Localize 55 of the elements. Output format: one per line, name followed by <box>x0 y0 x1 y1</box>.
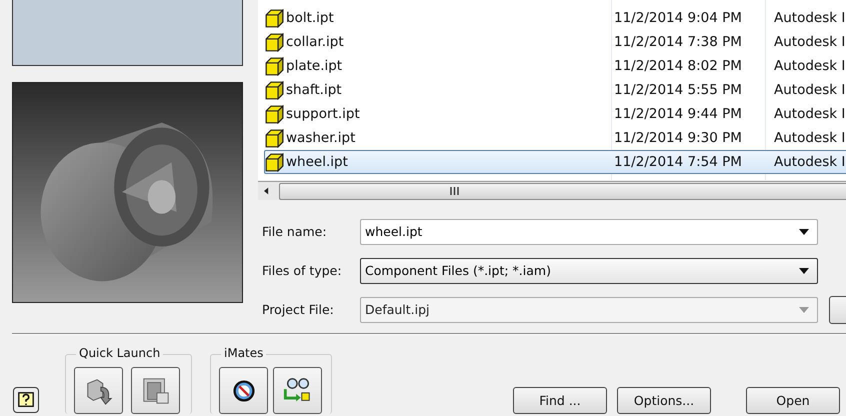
field-label: Project File: <box>261 302 335 317</box>
dialog-button[interactable]: Options... <box>617 387 711 414</box>
cube-icon <box>265 56 284 76</box>
file-row[interactable]: bolt.ipt 11/2/2014 9:04 PM Autodesk I <box>264 6 846 30</box>
grip-icon <box>450 187 459 195</box>
group-title: Quick Launch <box>76 346 164 360</box>
file-type: Autodesk I <box>774 130 846 146</box>
cube-icon <box>265 104 284 124</box>
file-type: Autodesk I <box>774 106 846 122</box>
file-type: Autodesk I <box>774 58 846 74</box>
date-modified: 11/2/2014 9:30 PM <box>614 130 743 146</box>
cube-icon <box>265 32 284 52</box>
file-row[interactable]: plate.ipt 11/2/2014 8:02 PM Autodesk I <box>264 54 846 78</box>
file-type: Autodesk I <box>774 154 846 170</box>
dropdown-arrow-icon[interactable] <box>799 228 809 234</box>
file-name: plate.ipt <box>286 58 342 74</box>
field-label: File name: <box>261 224 328 239</box>
date-modified: 11/2/2014 7:54 PM <box>614 154 743 170</box>
tool-button[interactable] <box>273 367 322 414</box>
file-row[interactable]: wheel.ipt 11/2/2014 7:54 PM Autodesk I <box>264 150 846 174</box>
file-name: support.ipt <box>286 106 360 122</box>
dialog-button[interactable]: Find ... <box>513 387 607 414</box>
tool-button[interactable] <box>219 367 268 414</box>
field-label: Files of type: <box>261 263 343 278</box>
date-modified: 11/2/2014 5:55 PM <box>614 82 743 98</box>
dialog-button[interactable]: Open <box>746 387 840 414</box>
file-type: Autodesk I <box>774 10 846 26</box>
file-row[interactable]: washer.ipt 11/2/2014 9:30 PM Autodesk I <box>264 126 846 150</box>
combo-field[interactable]: wheel.ipt <box>360 218 818 244</box>
cube-icon <box>265 8 284 28</box>
file-row[interactable]: support.ipt 11/2/2014 9:44 PM Autodesk I <box>264 102 846 126</box>
date-modified: 11/2/2014 7:38 PM <box>614 34 743 50</box>
file-type: Autodesk I <box>774 82 846 98</box>
file-name: collar.ipt <box>286 34 344 50</box>
cube-icon <box>265 128 284 148</box>
file-name: washer.ipt <box>286 130 356 146</box>
date-modified: 11/2/2014 9:04 PM <box>614 10 743 26</box>
combo-field[interactable]: Component Files (*.ipt; *.iam) <box>360 258 818 284</box>
file-type: Autodesk I <box>774 34 846 50</box>
dropdown-arrow-icon[interactable] <box>799 268 809 274</box>
file-name: wheel.ipt <box>286 154 348 170</box>
help-button[interactable] <box>13 387 39 413</box>
help-icon <box>17 391 35 409</box>
group-title: iMates <box>221 346 266 360</box>
cube-icon <box>265 152 284 172</box>
file-row[interactable]: shaft.ipt 11/2/2014 5:55 PM Autodesk I <box>264 78 846 102</box>
date-modified: 11/2/2014 9:44 PM <box>614 106 743 122</box>
tool-button[interactable] <box>74 367 123 414</box>
file-name: shaft.ipt <box>286 82 342 98</box>
file-name: bolt.ipt <box>286 10 334 26</box>
left-arrow-icon[interactable] <box>264 187 269 195</box>
date-modified: 11/2/2014 8:02 PM <box>614 58 743 74</box>
file-row[interactable]: collar.ipt 11/2/2014 7:38 PM Autodesk I <box>264 30 846 54</box>
tool-button[interactable] <box>131 367 180 414</box>
cube-icon <box>265 80 284 100</box>
